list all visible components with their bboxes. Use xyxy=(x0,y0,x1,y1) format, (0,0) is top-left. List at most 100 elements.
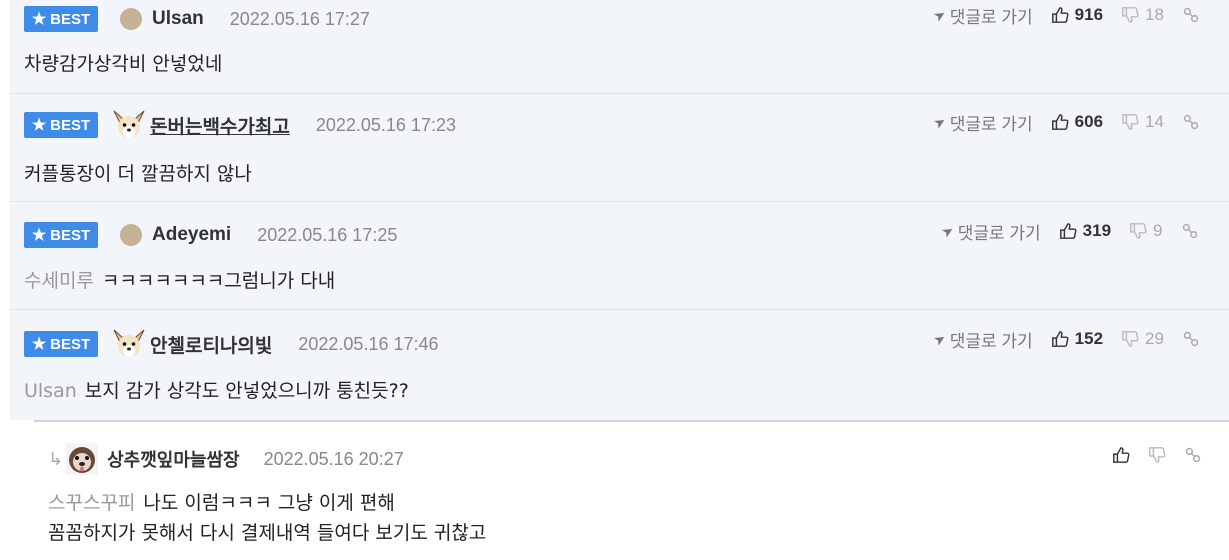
best-comments-section: ★ BEST Ulsan 2022.05.16 17:27 ➤ 댓글로 가기 916… xyxy=(10,0,1229,420)
thumbs-up-icon xyxy=(1113,447,1130,463)
goto-comment-link[interactable]: ➤ 댓글로 가기 xyxy=(930,327,1033,352)
link-button[interactable] xyxy=(1182,6,1200,24)
reply-target: 스꾸스꾸피 xyxy=(48,492,136,514)
comment-actions: ➤ 댓글로 가기 606 14 xyxy=(930,109,1200,135)
thumbs-down-icon xyxy=(1122,331,1139,347)
nickname[interactable]: Adeyemi xyxy=(152,224,231,246)
link-button[interactable] xyxy=(1182,330,1200,348)
downvote-count: 14 xyxy=(1145,112,1164,131)
comment-text: 차량감가상각비 안넣었네 xyxy=(24,49,222,76)
link-icon xyxy=(1183,114,1199,130)
goto-comment-link[interactable]: ➤ 댓글로 가기 xyxy=(930,110,1033,135)
goto-label: 댓글로 가기 xyxy=(949,114,1033,134)
goto-label: 댓글로 가기 xyxy=(949,331,1033,351)
thumbs-up-icon xyxy=(1051,331,1069,347)
comment-body: 보지 감가 상각도 안넣었으니까 퉁친듯?? xyxy=(84,380,409,402)
comment-text: 수세미루 ㅋㅋㅋㅋㅋㅋㅋ그럼니가 다내 xyxy=(24,266,335,293)
send-arrow-icon: ➤ xyxy=(938,220,957,241)
star-icon: ★ xyxy=(31,336,47,353)
goto-label: 댓글로 가기 xyxy=(949,7,1033,27)
link-button[interactable] xyxy=(1182,113,1200,131)
best-badge-label: BEST xyxy=(50,226,91,244)
upvote-count: 319 xyxy=(1082,221,1112,240)
link-icon xyxy=(1182,223,1197,239)
downvote-button[interactable] xyxy=(1148,446,1166,464)
upvote-button[interactable]: 606 xyxy=(1051,112,1103,132)
nickname[interactable]: 돈버는백수가최고 xyxy=(150,112,290,139)
thumbs-up-icon xyxy=(1059,223,1077,239)
thumbs-down-icon xyxy=(1122,7,1139,23)
comment-actions: ➤ 댓글로 가기 319 9 xyxy=(938,218,1199,244)
star-icon: ★ xyxy=(31,117,47,134)
comment-actions: ➤ 댓글로 가기 152 29 xyxy=(930,326,1200,352)
reply-arrow-icon: ↳ xyxy=(48,448,64,470)
send-arrow-icon: ➤ xyxy=(930,328,949,349)
comment-body: 차량감가상각비 안넣었네 xyxy=(24,53,223,75)
star-icon: ★ xyxy=(31,11,47,28)
thumbs-down-icon xyxy=(1130,223,1147,239)
nickname[interactable]: 상추깻잎마늘쌈장 xyxy=(107,446,239,472)
dog-avatar-icon[interactable] xyxy=(112,109,146,141)
upvote-count: 606 xyxy=(1074,112,1104,131)
downvote-count: 9 xyxy=(1153,221,1163,240)
comment-date: 2022.05.16 17:23 xyxy=(315,114,456,135)
goto-label: 댓글로 가기 xyxy=(957,223,1041,243)
upvote-count: 152 xyxy=(1074,329,1104,348)
best-badge-label: BEST xyxy=(50,116,91,134)
goto-comment-link[interactable]: ➤ 댓글로 가기 xyxy=(931,3,1033,28)
comment-body-line: 나도 이럼ㅋㅋㅋ 그냥 이게 편해 xyxy=(143,492,395,514)
comment-actions xyxy=(1112,442,1202,468)
comment-meta: ★ BEST 돈버는백수가최고 2022.05.16 17:23 xyxy=(24,110,456,140)
thumbs-down-icon xyxy=(1149,447,1166,463)
link-icon xyxy=(1183,331,1199,347)
thumbs-up-icon xyxy=(1051,7,1069,23)
comment-date: 2022.05.16 20:27 xyxy=(263,448,404,469)
comment-meta: ★ BEST 안첼로티나의빛 2022.05.16 17:46 xyxy=(24,329,439,359)
reply-target: Ulsan xyxy=(24,380,77,402)
comment-body-line: 꼼꼼하지가 못해서 다시 결제내역 들여다 보기도 귀찮고 xyxy=(48,522,487,544)
pug-avatar-icon[interactable] xyxy=(65,442,99,476)
upvote-button[interactable]: 319 xyxy=(1059,221,1111,241)
downvote-button[interactable]: 9 xyxy=(1129,221,1163,241)
best-comment: ★ BEST Ulsan 2022.05.16 17:27 ➤ 댓글로 가기 916… xyxy=(10,0,1229,93)
downvote-count: 29 xyxy=(1145,329,1164,348)
avatar[interactable] xyxy=(120,8,142,30)
upvote-button[interactable] xyxy=(1112,446,1130,464)
nickname[interactable]: 안첼로티나의빛 xyxy=(150,331,272,358)
goto-comment-link[interactable]: ➤ 댓글로 가기 xyxy=(938,219,1041,244)
downvote-button[interactable]: 18 xyxy=(1121,5,1164,25)
thumbs-up-icon xyxy=(1051,114,1069,130)
comment-text-line2: 꼼꼼하지가 못해서 다시 결제내역 들여다 보기도 귀찮고 xyxy=(48,518,486,545)
comment-meta: ★ BEST Adeyemi 2022.05.16 17:25 xyxy=(24,220,397,250)
comment-meta: ★ BEST Ulsan 2022.05.16 17:27 xyxy=(24,4,370,34)
reply-comment: ↳ 상추깻잎마늘쌈장 2022.05.16 20:27 스꾸스꾸피 나도 이럼ㅋㅋ… xyxy=(34,420,1229,560)
send-arrow-icon: ➤ xyxy=(930,111,949,132)
best-comment: ★ BEST 안첼로티나의빛 2022.05.16 17:46 ➤ 댓글로 가기 1… xyxy=(10,310,1229,420)
link-button[interactable] xyxy=(1184,446,1202,464)
best-badge: ★ BEST xyxy=(24,112,98,138)
downvote-count: 18 xyxy=(1145,5,1164,24)
best-comment: ★ BEST Adeyemi 2022.05.16 17:25 ➤ 댓글로 가기 3… xyxy=(10,202,1229,309)
comment-text: Ulsan 보지 감가 상각도 안넣었으니까 퉁친듯?? xyxy=(24,376,409,403)
dog-avatar-icon[interactable] xyxy=(112,328,146,360)
best-badge: ★ BEST xyxy=(24,6,98,32)
comment-body: 커플통장이 더 깔끔하지 않나 xyxy=(24,163,252,185)
best-badge: ★ BEST xyxy=(24,331,98,357)
nickname[interactable]: Ulsan xyxy=(152,8,204,30)
upvote-count: 916 xyxy=(1074,5,1104,24)
best-badge-label: BEST xyxy=(50,335,91,353)
upvote-button[interactable]: 152 xyxy=(1051,329,1103,349)
downvote-button[interactable]: 14 xyxy=(1121,112,1164,132)
link-button[interactable] xyxy=(1181,222,1199,240)
best-badge-label: BEST xyxy=(50,10,91,28)
comment-actions: ➤ 댓글로 가기 916 18 xyxy=(931,2,1200,28)
reply-target: 수세미루 xyxy=(24,270,94,292)
downvote-button[interactable]: 29 xyxy=(1121,329,1164,349)
comment-date: 2022.05.16 17:25 xyxy=(257,224,398,245)
comment-date: 2022.05.16 17:27 xyxy=(229,8,370,29)
star-icon: ★ xyxy=(31,227,47,244)
best-badge: ★ BEST xyxy=(24,222,98,248)
upvote-button[interactable]: 916 xyxy=(1051,5,1103,25)
comment-date: 2022.05.16 17:46 xyxy=(298,333,439,354)
avatar[interactable] xyxy=(120,224,142,246)
